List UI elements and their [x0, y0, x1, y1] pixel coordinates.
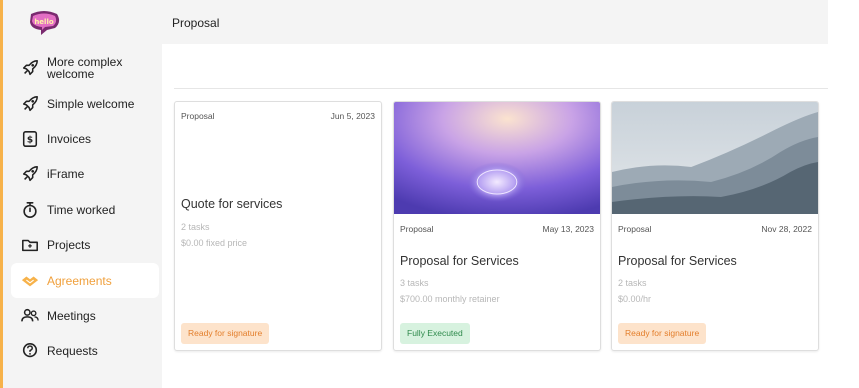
card-meta: Proposal May 13, 2023 — [400, 224, 594, 234]
sidebar-item-label: Invoices — [47, 132, 92, 147]
card-type: Proposal — [400, 224, 434, 234]
main-content: Proposal Jun 5, 2023 Quote for services … — [162, 44, 828, 388]
svg-text:$: $ — [27, 136, 33, 146]
page-title: Proposal — [172, 16, 220, 30]
card-title: Quote for services — [181, 197, 283, 211]
sidebar-item-label: Meetings — [47, 309, 96, 324]
sidebar-nav: More complex welcome Simple welcome $ In… — [11, 50, 159, 369]
sidebar-item-time-worked[interactable]: Time worked — [11, 192, 159, 227]
agreement-card[interactable]: Proposal May 13, 2023 Proposal for Servi… — [393, 101, 601, 351]
card-type: Proposal — [618, 224, 652, 234]
svg-text:hello: hello — [34, 18, 54, 26]
handshake-icon — [21, 272, 39, 290]
stopwatch-icon — [21, 201, 39, 219]
question-icon — [21, 342, 39, 360]
agreement-card[interactable]: Proposal Nov 28, 2022 Proposal for Servi… — [611, 101, 819, 351]
sidebar-item-iframe[interactable]: iFrame — [11, 157, 159, 192]
card-type: Proposal — [181, 111, 215, 121]
sidebar-item-label: Time worked — [47, 202, 116, 217]
people-icon — [21, 307, 39, 325]
card-title: Proposal for Services — [618, 254, 737, 268]
status-badge: Ready for signature — [618, 323, 707, 344]
card-date: Jun 5, 2023 — [330, 111, 375, 121]
sidebar-item-label: Projects — [47, 238, 91, 253]
divider — [174, 88, 828, 89]
agreement-card[interactable]: Proposal Jun 5, 2023 Quote for services … — [174, 101, 382, 351]
invoice-icon: $ — [21, 130, 39, 148]
card-title: Proposal for Services — [400, 254, 519, 268]
card-date: Nov 28, 2022 — [761, 224, 812, 234]
sidebar-item-label: iFrame — [47, 167, 85, 182]
sidebar-item-label: Simple welcome — [47, 96, 135, 111]
top-bar: Proposal — [162, 0, 828, 44]
card-meta: Proposal Jun 5, 2023 — [181, 111, 375, 121]
card-date: May 13, 2023 — [542, 224, 594, 234]
sidebar-item-label: Requests — [47, 344, 98, 359]
sidebar-item-simple-welcome[interactable]: Simple welcome — [11, 86, 159, 121]
sidebar-item-projects[interactable]: Projects — [11, 228, 159, 263]
rocket-icon — [21, 165, 39, 183]
status-badge: Fully Executed — [400, 323, 470, 344]
folder-icon — [21, 236, 39, 254]
sidebar-item-more-complex-welcome[interactable]: More complex welcome — [11, 50, 159, 86]
rocket-icon — [21, 95, 39, 113]
status-badge: Ready for signature — [181, 323, 270, 344]
card-meta: Proposal Nov 28, 2022 — [618, 224, 812, 234]
sidebar-item-label: More complex welcome — [47, 55, 123, 81]
card-tasks: 2 tasks — [181, 222, 210, 232]
card-tasks: 2 tasks — [618, 278, 647, 288]
card-price: $0.00/hr — [618, 294, 652, 304]
sidebar: hello More complex welcome Simple welcom… — [0, 0, 162, 388]
sidebar-item-invoices[interactable]: $ Invoices — [11, 121, 159, 156]
rocket-icon — [21, 59, 39, 77]
hello-logo[interactable]: hello — [27, 10, 61, 36]
mountains-image — [612, 102, 818, 214]
sidebar-item-agreements[interactable]: Agreements — [11, 262, 159, 299]
sidebar-item-requests[interactable]: Requests — [11, 334, 159, 369]
brain-image — [394, 102, 600, 214]
card-tasks: 3 tasks — [400, 278, 429, 288]
card-price: $700.00 monthly retainer — [400, 294, 500, 304]
sidebar-item-label: Agreements — [47, 273, 112, 288]
sidebar-item-meetings[interactable]: Meetings — [11, 298, 159, 333]
card-price: $0.00 fixed price — [181, 238, 248, 248]
